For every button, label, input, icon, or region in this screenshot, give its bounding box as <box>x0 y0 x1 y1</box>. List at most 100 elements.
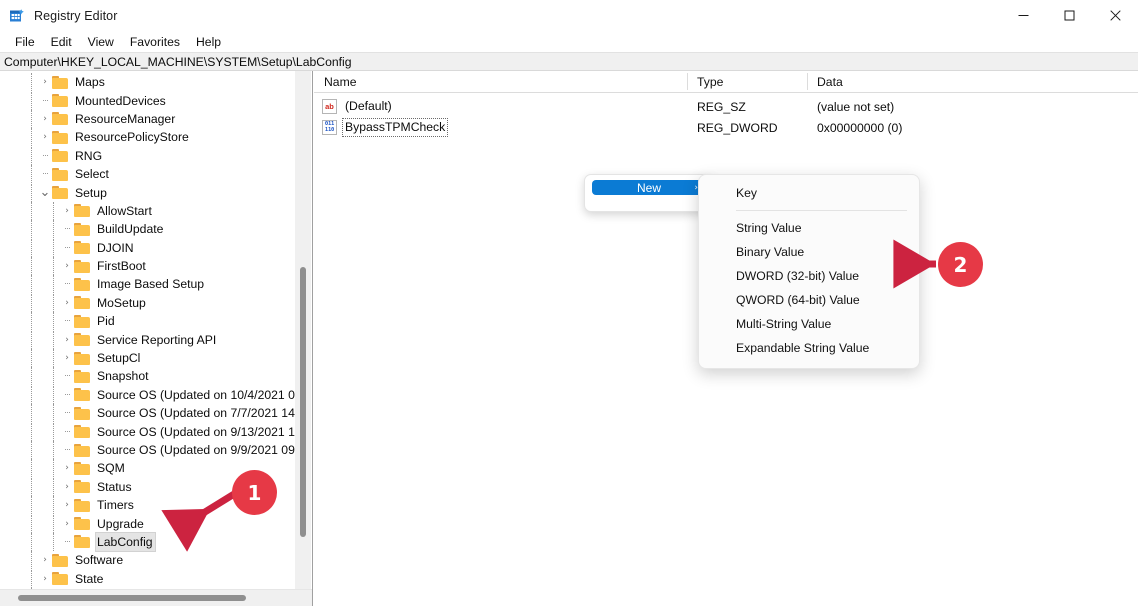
tree-item-firstboot[interactable]: › FirstBoot <box>0 257 295 276</box>
tree-item-source-os-updated-on-9-9-2021-09[interactable]: Source OS (Updated on 9/9/2021 09 <box>0 441 295 459</box>
chevron-right-icon[interactable]: › <box>60 478 74 496</box>
tree-leaf-connector <box>38 92 52 110</box>
annotation-badge-1-number: 1 <box>247 480 262 505</box>
tree-indent <box>0 73 38 92</box>
tree-item-djoin[interactable]: DJOIN <box>0 238 295 257</box>
chevron-right-icon[interactable]: › <box>60 515 74 533</box>
tree-item-resourcepolicystore[interactable]: › ResourcePolicyStore <box>0 128 295 147</box>
chevron-right-icon[interactable]: › <box>38 551 52 569</box>
address-bar[interactable]: Computer\HKEY_LOCAL_MACHINE\SYSTEM\Setup… <box>0 52 1138 71</box>
folder-icon <box>74 314 90 328</box>
chevron-right-icon[interactable]: › <box>38 128 52 146</box>
tree-item-setupcl[interactable]: › SetupCl <box>0 349 295 368</box>
table-row[interactable]: 011 110 BypassTPMCheck REG_DWORD 0x00000000 … <box>314 117 1138 138</box>
window-controls <box>1000 0 1138 31</box>
chevron-right-icon[interactable]: › <box>60 294 74 312</box>
chevron-right-icon[interactable]: › <box>60 496 74 514</box>
tree-vscroll-thumb[interactable] <box>300 267 306 537</box>
title-bar: Registry Editor <box>0 0 1138 31</box>
folder-icon <box>52 75 68 89</box>
column-header-type[interactable]: Type <box>687 71 807 93</box>
chevron-right-icon[interactable]: › <box>60 257 74 275</box>
tree-item-source-os-updated-on-9-13-2021-1[interactable]: Source OS (Updated on 9/13/2021 1 <box>0 422 295 441</box>
menu-view[interactable]: View <box>80 33 122 51</box>
tree-item-software[interactable]: › Software <box>0 551 295 570</box>
folder-icon <box>74 222 90 236</box>
menu-help[interactable]: Help <box>188 33 229 51</box>
folder-icon <box>52 186 68 200</box>
tree-item-allowstart[interactable]: › AllowStart <box>0 201 295 220</box>
menu-item-binary-value[interactable]: Binary Value <box>699 240 919 264</box>
chevron-right-icon[interactable]: › <box>60 331 74 349</box>
tree-item-mosetup[interactable]: › MoSetup <box>0 293 295 312</box>
tree-item-pid[interactable]: Pid <box>0 312 295 331</box>
tree-item-resourcemanager[interactable]: › ResourceManager <box>0 109 295 128</box>
menu-edit[interactable]: Edit <box>43 33 80 51</box>
tree-indent <box>0 477 60 496</box>
tree-item-label: Source OS (Updated on 9/9/2021 09 <box>97 443 295 457</box>
menu-item-dword-32-bit-value[interactable]: DWORD (32-bit) Value <box>699 264 919 288</box>
tree-item-snapshot[interactable]: Snapshot <box>0 367 295 386</box>
chevron-right-icon[interactable]: › <box>60 459 74 477</box>
menu-item-expandable-string-value[interactable]: Expandable String Value <box>699 336 919 360</box>
tree-vertical-scrollbar[interactable] <box>295 71 311 589</box>
tree-guide-line <box>31 532 32 551</box>
menu-separator <box>736 210 907 211</box>
table-row[interactable]: ab (Default) REG_SZ (value not set) <box>314 96 1138 117</box>
chevron-right-icon[interactable]: › <box>38 570 52 588</box>
folder-icon <box>74 498 90 512</box>
tree-item-source-os-updated-on-10-4-2021-0[interactable]: Source OS (Updated on 10/4/2021 0 <box>0 385 295 404</box>
folder-icon <box>52 130 68 144</box>
tree-item-image-based-setup[interactable]: Image Based Setup <box>0 275 295 294</box>
tree-item-buildupdate[interactable]: BuildUpdate <box>0 220 295 239</box>
chevron-right-icon[interactable]: › <box>38 73 52 91</box>
chevron-down-icon[interactable]: ⌄ <box>38 184 52 202</box>
tree-item-select[interactable]: Select <box>0 165 295 184</box>
registry-values-list: ab (Default) REG_SZ (value not set) 011 110 By… <box>314 93 1138 138</box>
tree-item-source-os-updated-on-7-7-2021-14[interactable]: Source OS (Updated on 7/7/2021 14 <box>0 404 295 423</box>
tree-item-label: Pid <box>97 314 115 329</box>
tree-guide-line <box>31 257 32 276</box>
tree-item-mounteddevices[interactable]: MountedDevices <box>0 91 295 110</box>
context-menu-item-new[interactable]: New › <box>592 180 706 195</box>
column-header-name[interactable]: Name <box>314 71 687 93</box>
tree-guide-line <box>53 238 54 257</box>
value-data: 0x00000000 (0) <box>817 120 903 135</box>
tree-item-setup[interactable]: ⌄ Setup <box>0 183 295 202</box>
chevron-right-icon[interactable]: › <box>38 110 52 128</box>
folder-icon <box>52 167 68 181</box>
tree-item-maps[interactable]: › Maps <box>0 73 295 92</box>
tree-indent <box>0 109 38 128</box>
maximize-button[interactable] <box>1046 0 1092 31</box>
chevron-right-icon[interactable]: › <box>60 349 74 367</box>
menu-favorites[interactable]: Favorites <box>122 33 188 51</box>
tree-guide-line <box>31 551 32 570</box>
tree-guide-line <box>31 73 32 92</box>
menu-item-string-value[interactable]: String Value <box>699 216 919 240</box>
column-header-data[interactable]: Data <box>807 71 1138 93</box>
tree-indent <box>0 441 60 459</box>
chevron-right-icon[interactable]: › <box>60 202 74 220</box>
tree-item-labconfig[interactable]: LabConfig <box>0 531 295 552</box>
tree-item-rng[interactable]: RNG <box>0 146 295 165</box>
new-value-submenu: Key String Value Binary Value DWORD (32-bit… <box>698 174 920 369</box>
folder-icon <box>52 572 68 586</box>
tree-item-upgrade[interactable]: › Upgrade <box>0 514 295 533</box>
dword-icon-bits-bottom: 110 <box>324 126 335 133</box>
tree-horizontal-scrollbar[interactable] <box>0 589 312 606</box>
menu-item-key[interactable]: Key <box>699 181 919 205</box>
value-data: (value not set) <box>817 99 895 114</box>
folder-icon <box>74 277 90 291</box>
tree-item-state[interactable]: › State <box>0 569 295 588</box>
tree-hscroll-thumb[interactable] <box>18 595 246 601</box>
tree-guide-line <box>53 330 54 349</box>
close-button[interactable] <box>1092 0 1138 31</box>
menu-item-multi-string-value[interactable]: Multi-String Value <box>699 312 919 336</box>
folder-icon <box>74 369 90 383</box>
menu-file[interactable]: File <box>7 33 43 51</box>
tree-item-service-reporting-api[interactable]: › Service Reporting API <box>0 330 295 349</box>
folder-icon <box>74 535 90 549</box>
dword-value-icon: 011 110 <box>322 120 337 135</box>
minimize-button[interactable] <box>1000 0 1046 31</box>
menu-item-qword-64-bit-value[interactable]: QWORD (64-bit) Value <box>699 288 919 312</box>
